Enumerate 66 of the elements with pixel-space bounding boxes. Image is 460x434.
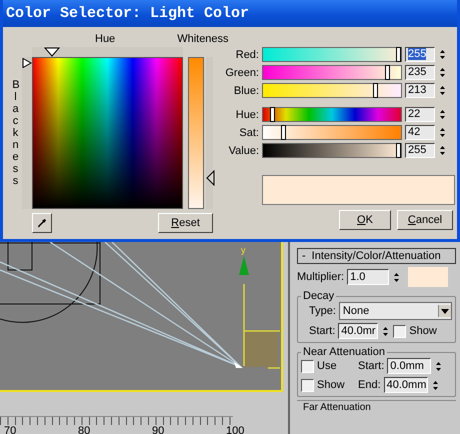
eyedropper-button[interactable] [32,213,52,233]
ruler-label: 70 [4,425,18,434]
ruler-label: 100 [226,425,246,434]
end-field[interactable]: 40.0mm [384,377,428,393]
color-slider[interactable] [262,83,402,98]
slider-label: Sat: [238,126,259,138]
slider-label: Red: [234,48,259,60]
value-field[interactable]: 235 [405,65,435,80]
value-field[interactable]: 255 [405,143,435,158]
start-field[interactable]: 0.0mm [387,358,432,374]
slider-thumb[interactable] [396,47,401,62]
whiteness-label: Whiteness [177,33,229,45]
field-label: Start: [309,325,336,337]
color-slider[interactable] [262,143,402,158]
slider-thumb[interactable] [396,143,401,158]
group-title: Far Attenuation [303,402,371,413]
slider-thumb[interactable] [373,83,378,98]
ruler-label: 90 [152,425,166,434]
value-field[interactable]: 255 [405,47,435,62]
multiplier-field[interactable]: 1.0 [347,269,390,285]
rollout-header[interactable]: - Intensity/Color/Attenuation [297,248,456,264]
cancel-button[interactable]: Cancel [397,210,453,230]
gizmo-plane [244,331,278,367]
whiteness-bar[interactable] [188,57,204,209]
color-slider[interactable] [262,125,402,140]
slider-label: Hue: [234,108,259,120]
color-slider[interactable] [262,107,402,122]
ruler-label: 80 [78,425,92,434]
field-label: End: [358,379,381,391]
slider-thumb[interactable] [280,125,286,140]
field-label: Start: [358,360,384,372]
light-color-swatch[interactable] [408,267,448,287]
type-dropdown[interactable]: None [338,302,452,320]
gizmo-axis-arrow[interactable] [239,256,281,369]
value-field[interactable]: 42 [405,125,435,140]
field-label: Type: [309,305,336,317]
window-title: Color Selector: Light Color [6,5,250,22]
checkbox-label: Use [317,360,338,372]
timeline-ruler[interactable]: 70 80 90 100 [0,416,288,434]
hue-label: Hue [95,33,116,45]
slider-label: Blue: [232,84,259,96]
color-slider[interactable] [262,65,402,80]
group-title: Near Attenuation [302,346,386,358]
color-slider[interactable] [262,47,402,62]
slider-label: Value: [228,144,259,156]
slider-label: Green: [224,66,259,78]
checkbox-label: Show [317,379,346,391]
slider-thumb[interactable] [270,107,275,122]
rollout-title: Intensity/Color/Attenuation [312,250,441,262]
slider-thumb[interactable] [384,65,390,80]
hue-blackness-square[interactable] [32,57,183,209]
axis-label: y [241,245,246,255]
show-checkbox[interactable] [301,378,314,392]
value-field[interactable]: 22 [405,107,435,122]
reset-button[interactable]: Reset [158,213,213,233]
whiteness-marker-icon[interactable] [206,170,215,186]
value-field[interactable]: 213 [405,83,435,98]
blackness-label: Blackness [12,78,19,188]
ok-button[interactable]: OK [339,210,391,230]
checkbox-label: Show [409,325,437,337]
start-field[interactable]: 40.0mr [338,323,378,339]
group-title: Decay [302,290,336,302]
use-checkbox[interactable] [301,360,314,372]
show-checkbox[interactable] [393,324,406,338]
collapse-toggle[interactable]: - [302,250,306,262]
field-label: Multiplier: [297,271,344,283]
